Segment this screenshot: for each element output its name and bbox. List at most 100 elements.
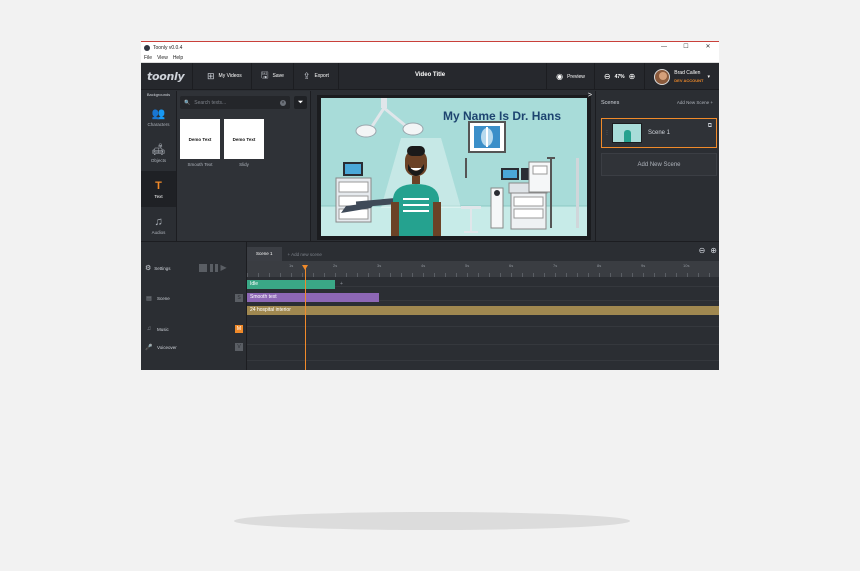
voiceover-mute-toggle[interactable]: V (235, 343, 243, 351)
scenes-panel: Scenes Add New Scene + ⋮ Scene 1 ⧉ Add N… (595, 91, 719, 241)
minimize-button[interactable]: — (653, 42, 675, 53)
filter-icon: ⏷ (297, 99, 304, 106)
scene-track-icon: ▤ (146, 295, 152, 302)
clip-smooth-text[interactable]: Smooth text (247, 293, 379, 302)
preview-label: Preview (567, 73, 585, 80)
export-button[interactable]: ⇪ Export (294, 62, 339, 90)
ruler-tick: 8s (597, 263, 602, 268)
menu-file[interactable]: File (144, 55, 152, 61)
zoom-in-icon[interactable]: ⊕ (629, 72, 636, 81)
video-title[interactable]: Video Title (415, 72, 445, 78)
clip-label: Smooth text (250, 294, 277, 300)
settings-label[interactable]: Settings (154, 266, 170, 271)
user-role: DEV ACCOUNT (674, 77, 704, 83)
track-label-scene: ▤ Scene S (145, 294, 243, 302)
app-icon (144, 44, 150, 51)
tab-scene-1[interactable]: Scene 1 (247, 247, 282, 261)
my-videos-button[interactable]: ⊞ My Videos (193, 62, 252, 90)
time-ruler[interactable]: 1s 2s 3s 4s 5s 6s 7s 8s 9s 10s (247, 261, 719, 277)
scene-name: Scene 1 (648, 130, 671, 136)
user-name: Brad Callen (674, 69, 701, 76)
grid-icon: ⊞ (207, 70, 215, 81)
stop-button[interactable] (198, 264, 207, 272)
avatar (654, 68, 671, 85)
sofa-icon: 🛋 (151, 144, 166, 156)
category-label: Objects (150, 158, 167, 163)
library-panel: 🔍 Search texts... × ⏷ Demo Text Smooth T… (177, 91, 311, 241)
ruler-tick: 4s (421, 263, 426, 268)
timeline-zoom-in-icon[interactable]: ⊕ (710, 246, 717, 255)
category-text[interactable]: T Text (141, 171, 176, 207)
ruler-tick: 1s (289, 263, 294, 268)
filter-button[interactable]: ⏷ (294, 96, 307, 109)
text-library-grid: Demo Text Smooth Text Demo Text Slidy (180, 119, 264, 167)
scene-track-label: Scene (157, 295, 170, 301)
category-objects[interactable]: 🛋 Objects (141, 135, 176, 171)
timeline: ⚙ Settings ▶ ▤ Scene S ♫ Music M 🎤 Voice… (141, 241, 719, 370)
menu-help[interactable]: Help (173, 55, 183, 61)
title-bar: Toonly v0.0.4 — ☐ ✕ (141, 42, 719, 53)
close-button[interactable]: ✕ (697, 42, 719, 53)
timeline-tracks: Idle + Smooth text 24 hospital interior (247, 277, 719, 370)
scene-canvas[interactable]: My Name Is Dr. Hans (321, 98, 587, 236)
add-new-scene-tab[interactable]: + Add new scene (282, 252, 322, 257)
zoom-level: 47% (614, 73, 625, 80)
search-row: 🔍 Search texts... × ⏷ (180, 96, 307, 109)
maximize-button[interactable]: ☐ (675, 42, 697, 53)
search-input[interactable]: 🔍 Search texts... × (180, 96, 290, 109)
user-menu[interactable]: Brad Callen DEV ACCOUNT ▾ (644, 63, 719, 90)
scene-thumbnail (612, 123, 642, 143)
toolbar-right: ◉ Preview ⊖ 47% ⊕ Brad Callen DEV ACCOUN… (546, 63, 719, 90)
category-characters[interactable]: 👥 Characters (141, 99, 176, 135)
category-audios[interactable]: ♫ Audios (141, 207, 176, 243)
duplicate-icon[interactable]: ⧉ (708, 123, 712, 130)
category-label: Text (154, 193, 163, 199)
save-icon: 🖫 (260, 70, 269, 80)
save-button[interactable]: 🖫 Save (252, 62, 294, 90)
clip-label: Idle (250, 281, 259, 287)
preview-button[interactable]: ◉ Preview (546, 63, 594, 90)
timeline-tabs: Scene 1 + Add new scene (247, 247, 322, 261)
scene-track-toggle[interactable]: S (235, 294, 243, 302)
add-tab-label: Add new scene (291, 251, 322, 257)
pause-bar-icon (209, 264, 213, 272)
timeline-track-labels: ⚙ Settings ▶ ▤ Scene S ♫ Music M 🎤 Voice… (141, 242, 247, 370)
timeline-zoom-out-icon[interactable]: ⊖ (699, 246, 706, 255)
ruler-tick: 6s (509, 263, 514, 268)
clip-idle[interactable]: Idle (247, 280, 335, 289)
track-row (247, 327, 719, 345)
ruler-tick: 10s (683, 263, 690, 268)
playhead[interactable] (302, 265, 308, 370)
category-label: Audios (151, 229, 166, 235)
category-sidebar: Backgrounds 👥 Characters 🛋 Objects T Tex… (141, 91, 177, 241)
export-label: Export (314, 73, 329, 79)
clip-background[interactable]: 24 hospital interior (247, 306, 719, 315)
category-label: Characters (147, 122, 170, 127)
clear-search-icon[interactable]: × (280, 99, 286, 106)
chevron-down-icon: ▾ (707, 73, 710, 80)
ruler-tick: 2s (333, 263, 338, 268)
menu-view[interactable]: View (157, 55, 168, 61)
scene-card[interactable]: ⋮ Scene 1 ⧉ (601, 118, 717, 148)
clip-add-button[interactable]: + (337, 280, 345, 289)
category-backgrounds[interactable]: Backgrounds (141, 91, 176, 99)
text-preview: Demo Text (224, 119, 264, 159)
music-mute-toggle[interactable]: M (235, 325, 243, 333)
gear-icon[interactable]: ⚙ (145, 264, 151, 272)
export-icon: ⇪ (302, 70, 311, 81)
scene-title-text[interactable]: My Name Is Dr. Hans (443, 109, 561, 123)
play-button[interactable]: ▶ (221, 264, 227, 272)
characters-icon: 👥 (151, 108, 166, 120)
pause-button[interactable] (214, 264, 218, 272)
text-item-smooth[interactable]: Demo Text Smooth Text (180, 119, 220, 167)
drag-handle-icon[interactable]: ⋮ (602, 130, 612, 136)
add-new-scene-button[interactable]: Add New Scene (601, 153, 717, 176)
collapse-panel-icon[interactable]: > (588, 92, 592, 99)
add-new-scene-link[interactable]: Add New Scene + (677, 100, 713, 106)
eye-icon: ◉ (556, 72, 564, 81)
window-title: Toonly v0.0.4 (153, 44, 183, 51)
search-placeholder: Search texts... (194, 99, 227, 106)
plus-icon: + (710, 100, 713, 105)
text-item-slidy[interactable]: Demo Text Slidy (224, 119, 264, 167)
zoom-out-icon[interactable]: ⊖ (604, 72, 611, 81)
